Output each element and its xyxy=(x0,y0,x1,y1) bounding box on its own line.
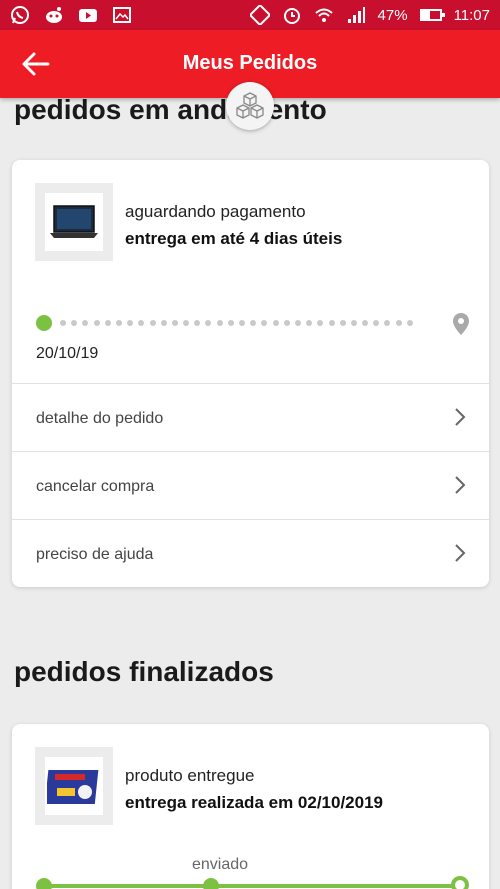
page-title: Meus Pedidos xyxy=(182,52,318,74)
progress-pending-dot xyxy=(149,320,156,326)
progress-pending-dot xyxy=(93,320,100,326)
progress-pending-dot xyxy=(317,320,324,326)
progress-current-dot xyxy=(36,315,52,331)
order-status: aguardando pagamento xyxy=(125,202,306,221)
section-title-finished: pedidos finalizados xyxy=(14,656,274,687)
tracking-progress-complete xyxy=(36,876,470,889)
location-pin-icon xyxy=(453,313,469,335)
progress-final-ring xyxy=(451,876,469,889)
alarm-icon xyxy=(283,8,300,24)
gallery-icon xyxy=(113,7,131,23)
progress-pending-dot xyxy=(261,320,268,326)
progress-pending-dot xyxy=(216,320,223,326)
order-detail-label: detalhe do pedido xyxy=(36,410,164,427)
delivery-date: entrega realizada em 02/10/2019 xyxy=(125,793,383,812)
sync-icon xyxy=(249,5,270,25)
whatsapp-icon xyxy=(11,6,29,24)
chevron-right-icon xyxy=(455,408,466,426)
battery-icon xyxy=(419,9,445,21)
progress-pending-dot xyxy=(71,320,78,326)
progress-pending-dot xyxy=(160,320,167,326)
progress-pending-dot xyxy=(294,320,301,326)
progress-pending-dot xyxy=(115,320,122,326)
boxes-icon xyxy=(236,92,264,119)
chevron-right-icon xyxy=(455,544,466,562)
progress-pending-dot xyxy=(227,320,234,326)
progress-pending-dot xyxy=(171,320,178,326)
cancel-purchase-row[interactable]: cancelar compra xyxy=(12,451,489,519)
progress-pending-dot xyxy=(328,320,335,326)
progress-pending-dot xyxy=(183,320,190,326)
progress-pending-dot xyxy=(82,320,89,326)
progress-pending-dot xyxy=(384,320,391,326)
progress-pending-dot xyxy=(373,320,380,326)
refresh-indicator xyxy=(226,82,274,130)
progress-pending-dot xyxy=(339,320,346,326)
need-help-label: preciso de ajuda xyxy=(36,546,154,563)
progress-pending-dot xyxy=(406,320,413,326)
tracking-step-label: enviado xyxy=(192,856,249,873)
progress-pending-dot xyxy=(362,320,369,326)
progress-pending-dot xyxy=(194,320,201,326)
progress-pending-dot xyxy=(127,320,134,326)
order-status: produto entregue xyxy=(125,766,255,785)
order-date: 20/10/19 xyxy=(36,345,99,362)
progress-pending-dot xyxy=(306,320,313,326)
delivery-estimate: entrega em até 4 dias úteis xyxy=(125,229,343,248)
reddit-icon xyxy=(46,7,62,23)
progress-pending-dot xyxy=(205,320,212,326)
progress-pending-dot xyxy=(104,320,111,326)
progress-pending-dot xyxy=(272,320,279,326)
order-detail-row[interactable]: detalhe do pedido xyxy=(12,383,489,451)
progress-pending-dot xyxy=(250,320,257,326)
order-card-finished: produto entregue entrega realizada em 02… xyxy=(12,724,489,889)
tracking-progress xyxy=(36,313,456,333)
product-thumbnail[interactable] xyxy=(35,747,113,825)
progress-pending-dot xyxy=(60,320,66,326)
progress-bar-segment xyxy=(217,884,455,888)
progress-pending-dots xyxy=(60,320,413,326)
wifi-icon xyxy=(314,8,333,22)
youtube-icon xyxy=(79,9,97,22)
progress-pending-dot xyxy=(239,320,245,326)
signal-icon xyxy=(347,7,365,23)
order-card-in-progress: aguardando pagamento entrega em até 4 di… xyxy=(12,160,489,587)
section-title-in-progress: pedidos em andamento xyxy=(14,94,327,125)
product-thumbnail[interactable] xyxy=(35,183,113,261)
chevron-right-icon xyxy=(455,476,466,494)
cancel-purchase-label: cancelar compra xyxy=(36,478,155,495)
progress-pending-dot xyxy=(283,320,290,326)
board-game-image xyxy=(47,770,99,804)
progress-pending-dot xyxy=(350,320,357,326)
clock: 11:07 xyxy=(453,6,490,24)
status-bar: 47% 11:07 xyxy=(0,0,500,30)
laptop-image xyxy=(50,205,98,238)
progress-bar-segment xyxy=(50,884,210,888)
need-help-row[interactable]: preciso de ajuda xyxy=(12,519,489,587)
progress-pending-dot xyxy=(138,320,145,326)
battery-percent: 47% xyxy=(377,6,408,24)
progress-pending-dot xyxy=(395,320,402,326)
